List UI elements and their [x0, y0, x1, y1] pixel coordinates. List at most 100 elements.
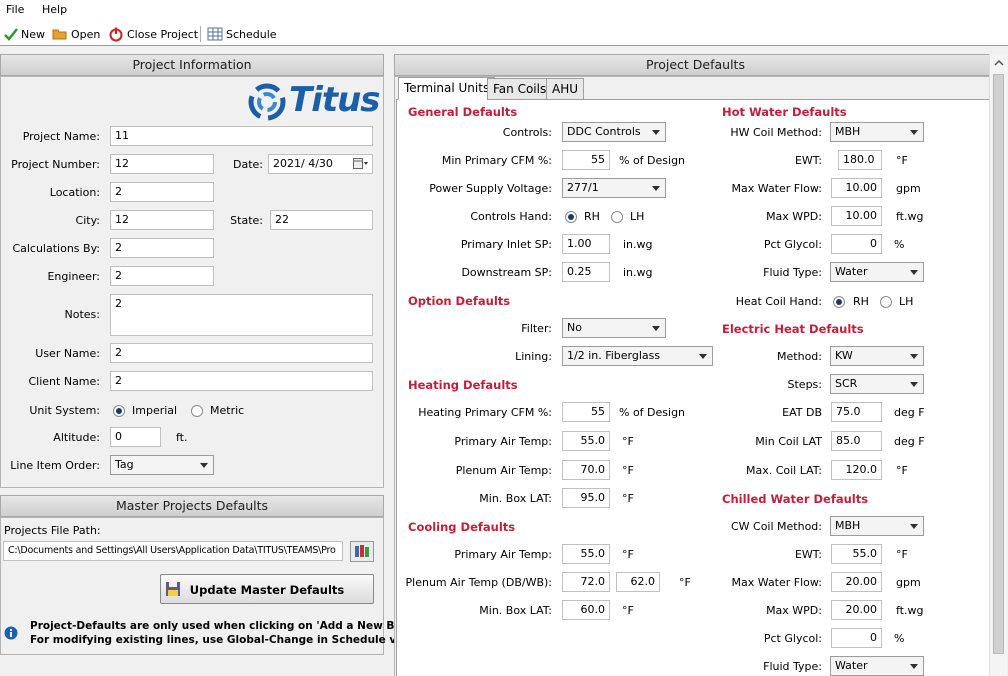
- cw-wpd-label: Max WPD:: [766, 604, 822, 617]
- chevron-down-icon: [910, 524, 918, 529]
- cw-wpd-input[interactable]: 20.00: [831, 600, 882, 620]
- state-input[interactable]: 22: [270, 210, 373, 230]
- vertical-scrollbar[interactable]: [989, 54, 1007, 676]
- electric-defaults-title: Electric Heat Defaults: [722, 322, 864, 336]
- down-sp-input[interactable]: 0.25: [562, 262, 610, 282]
- client-name-input[interactable]: 2: [110, 371, 373, 391]
- eh-min-lat-label: Min Coil LAT: [755, 435, 822, 448]
- heating-plenum-label: Plenum Air Temp:: [455, 464, 552, 477]
- eh-eat-label: EAT DB: [782, 406, 822, 419]
- eh-eat-input[interactable]: 75.0: [831, 402, 882, 422]
- hw-wpd-input[interactable]: 10.00: [831, 206, 882, 226]
- note-line-1: Project-Defaults are only used when clic…: [30, 620, 416, 632]
- cooling-plenum-db-input[interactable]: 72.0: [562, 572, 610, 592]
- heating-primary-input[interactable]: 55: [562, 402, 610, 422]
- browse-button[interactable]: [350, 541, 374, 562]
- update-master-button[interactable]: Update Master Defaults: [160, 574, 374, 604]
- scroll-up-icon[interactable]: [990, 56, 1008, 70]
- lining-select[interactable]: 1/2 in. Fiberglass: [562, 346, 713, 366]
- cooling-plenum-wb-input[interactable]: 62.0: [616, 572, 660, 592]
- controls-select[interactable]: DDC Controls: [562, 122, 666, 142]
- cw-ewt-input[interactable]: 55.0: [831, 544, 882, 564]
- heating-pat-input[interactable]: 55.0: [562, 431, 610, 451]
- heating-primary-unit: % of Design: [619, 406, 686, 419]
- close-project-button[interactable]: Close Project: [108, 25, 198, 43]
- heat-coil-lh-radio[interactable]: [880, 296, 892, 308]
- eh-steps-label: Steps:: [787, 378, 822, 391]
- eh-min-lat-input[interactable]: 85.0: [831, 431, 882, 451]
- scroll-thumb[interactable]: [993, 74, 1004, 654]
- heating-plenum-input[interactable]: 70.0: [562, 460, 610, 480]
- cw-fluid-label: Fluid Type:: [763, 660, 822, 673]
- toolbar: New Open Close Project Schedule: [0, 22, 1008, 46]
- location-input[interactable]: 2: [110, 182, 214, 202]
- calendar-icon[interactable]: [353, 158, 369, 170]
- chevron-down-icon: [910, 270, 918, 275]
- cw-wpd-unit: ft.wg: [896, 604, 924, 617]
- cw-flow-input[interactable]: 20.00: [831, 572, 882, 592]
- eh-steps-value: SCR: [835, 377, 858, 390]
- imperial-label: Imperial: [132, 404, 178, 417]
- controls-hand-rh-radio[interactable]: [565, 211, 577, 223]
- hw-flow-unit: gpm: [896, 182, 921, 195]
- heat-coil-rh-label: RH: [853, 295, 869, 308]
- heating-pat-label: Primary Air Temp:: [454, 435, 552, 448]
- lining-value: 1/2 in. Fiberglass: [567, 349, 661, 362]
- cw-method-label: CW Coil Method:: [730, 520, 822, 533]
- metric-radio[interactable]: [191, 405, 203, 417]
- engineer-input[interactable]: 2: [110, 266, 214, 286]
- chevron-down-icon: [200, 463, 208, 468]
- tab-ahu[interactable]: AHU: [546, 78, 585, 100]
- hw-method-select[interactable]: MBH: [830, 122, 924, 142]
- notes-textarea[interactable]: 2: [110, 294, 373, 336]
- cooling-pat-input[interactable]: 55.0: [562, 544, 610, 564]
- project-number-label: Project Number:: [11, 158, 100, 171]
- eh-steps-select[interactable]: SCR: [830, 374, 924, 394]
- heating-minlat-unit: °F: [622, 492, 634, 505]
- open-button[interactable]: Open: [52, 25, 100, 43]
- controls-hand-lh-radio[interactable]: [611, 211, 623, 223]
- filter-select[interactable]: No: [562, 318, 666, 338]
- imperial-radio[interactable]: [113, 405, 125, 417]
- heat-coil-rh-radio[interactable]: [833, 296, 845, 308]
- city-input[interactable]: 12: [110, 210, 214, 230]
- menu-file[interactable]: File: [6, 3, 24, 16]
- cw-glycol-input[interactable]: 0: [831, 628, 882, 648]
- path-input[interactable]: C:\Documents and Settings\All Users\Appl…: [3, 541, 343, 561]
- user-name-input[interactable]: 2: [110, 343, 373, 363]
- cooling-plenum-label: Plenum Air Temp (DB/WB):: [405, 576, 552, 589]
- hw-method-label: HW Coil Method:: [730, 126, 822, 139]
- heating-pat-unit: °F: [622, 435, 634, 448]
- project-number-input[interactable]: 12: [110, 154, 214, 174]
- eh-max-lat-input[interactable]: 120.0: [831, 460, 882, 480]
- hw-flow-input[interactable]: 10.00: [831, 178, 882, 198]
- hw-fluid-select[interactable]: Water: [830, 262, 924, 282]
- hw-glycol-input[interactable]: 0: [831, 234, 882, 254]
- tab-fan-coils[interactable]: Fan Coils: [487, 78, 553, 100]
- altitude-input[interactable]: 0: [110, 427, 161, 447]
- line-item-order-select[interactable]: Tag: [110, 455, 214, 475]
- date-picker[interactable]: 2021/ 4/30: [268, 154, 373, 174]
- psv-select[interactable]: 277/1: [562, 178, 666, 198]
- cooling-minlat-input[interactable]: 60.0: [562, 600, 610, 620]
- eh-method-select[interactable]: KW: [830, 346, 924, 366]
- calc-by-input[interactable]: 2: [110, 238, 214, 258]
- min-primary-input[interactable]: 55: [562, 150, 610, 170]
- client-name-label: Client Name:: [28, 375, 101, 388]
- menu-help[interactable]: Help: [42, 3, 67, 16]
- eh-max-lat-label: Max. Coil LAT:: [745, 464, 822, 477]
- new-button[interactable]: New: [4, 25, 45, 43]
- tab-terminal-units[interactable]: Terminal Units: [398, 77, 496, 100]
- schedule-button[interactable]: Schedule: [207, 25, 277, 43]
- hw-ewt-label: EWT:: [794, 154, 822, 167]
- cw-fluid-select[interactable]: Water: [830, 656, 924, 676]
- update-master-label: Update Master Defaults: [189, 583, 345, 597]
- heating-minlat-input[interactable]: 95.0: [562, 488, 610, 508]
- heat-coil-hand-label: Heat Coil Hand:: [735, 295, 822, 308]
- project-name-input[interactable]: 11: [110, 126, 373, 146]
- inlet-sp-input[interactable]: 1.00: [562, 234, 610, 254]
- hw-ewt-input[interactable]: 180.0: [838, 150, 882, 170]
- project-defaults-header: Project Defaults: [394, 54, 997, 76]
- cw-method-select[interactable]: MBH: [830, 516, 924, 536]
- state-label: State:: [230, 214, 263, 227]
